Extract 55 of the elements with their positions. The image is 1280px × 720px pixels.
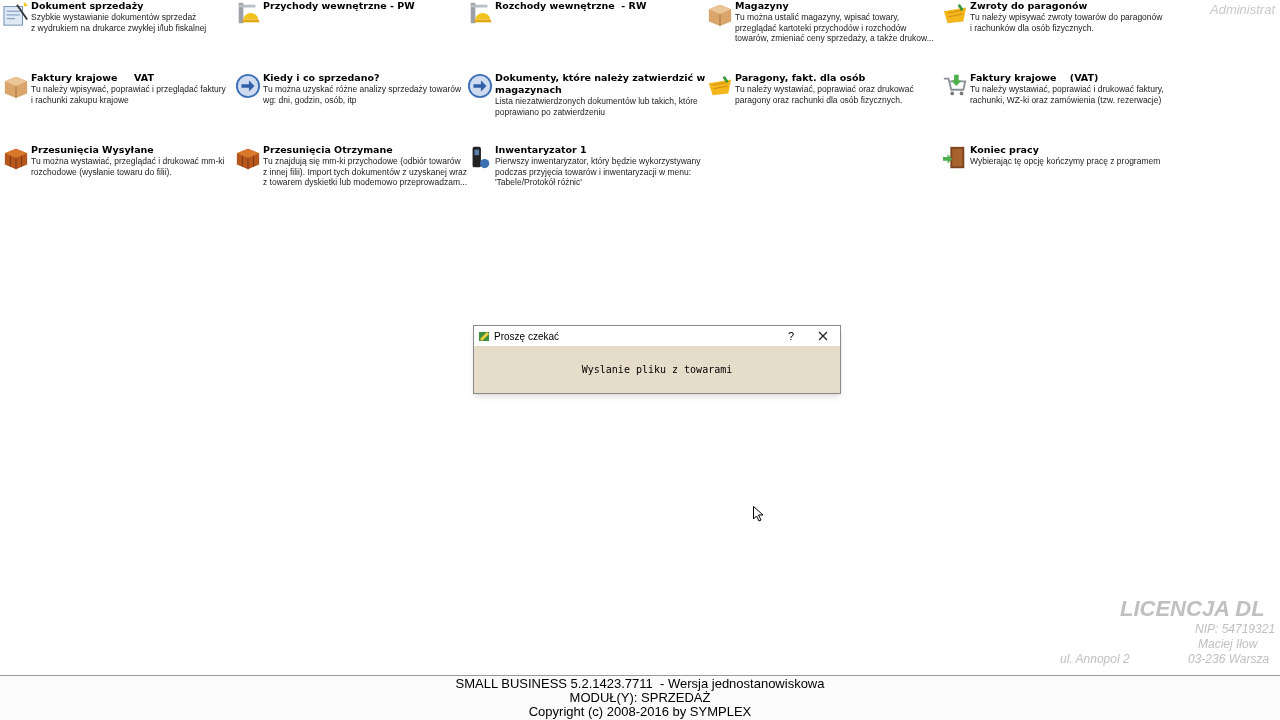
tile-title: Zwroty do paragonów xyxy=(970,0,1089,12)
tile-description: Pierwszy inwentaryzator, który będzie wykorzystywany podczas przyjęcia towarów i inwentaryzacji w menu: 'Tabele/Protokół różnic' xyxy=(495,156,701,188)
menu-tile[interactable]: Zwroty do paragonów Tu należy wpisywać zwroty towarów do paragonów i rachunków dla osób fizycznych. xyxy=(942,0,1177,72)
tile-description: Tu należy wystawiać, poprawiać i drukować faktury, rachunki, WZ-ki oraz zamówienia (tzw. rezerwacje) xyxy=(970,84,1164,105)
tile-description: Tu należy wpisywać, poprawiać i przeglądać faktury i rachunki zakupu krajowe xyxy=(31,84,226,105)
menu-tile[interactable]: Przesunięcia Wysyłane Tu można wystawiać, przeglądać i drukować mm-ki rozchodowe (wysłanie towaru do filii). xyxy=(3,144,235,216)
tile-description: Szybkie wystawianie dokumentów sprzedaż z wydrukiem na drukarce zwykłej i/lub fiskalnej xyxy=(31,12,207,33)
tile-description: Tu należy wystawiać, poprawiać oraz drukować paragony oraz rachunki dla osób fizycznych. xyxy=(735,84,914,105)
license-street: ul. Annopol 2 xyxy=(1060,651,1130,668)
tile-description: Tu można wystawiać, przeglądać i drukować mm-ki rozchodowe (wysłanie towaru do filii). xyxy=(31,156,225,177)
tile-description: Tu można uzyskać różne analizy sprzedaży towarów wg: dni, godzin, osób, itp xyxy=(263,84,462,105)
tile-description: Wybierając tę opcję kończymy pracę z programem xyxy=(970,156,1161,167)
menu-tile[interactable]: Koniec pracy Wybierając tę opcję kończymy pracę z programem xyxy=(942,144,1177,216)
document-icon xyxy=(3,1,29,27)
tile-title: Rozchody wewnętrzne - RW xyxy=(495,0,647,12)
menu-tile[interactable]: Dokumenty, które należy zatwierdzić w magazynach Lista niezatwierdzonych dokumentów lub takich, które poprawiano po zatwierdzeniu xyxy=(467,72,707,144)
tile-title: Kiedy i co sprzedano? xyxy=(263,72,381,84)
tile-title: Przychody wewnętrzne - PW xyxy=(263,0,415,12)
tile-title: Przesunięcia Otrzymane xyxy=(263,144,394,156)
menu-tile[interactable]: Rozchody wewnętrzne - RW xyxy=(467,0,707,72)
tile-title: Faktury krajowe (VAT) xyxy=(970,72,1100,84)
app-icon xyxy=(478,330,490,342)
tile-title: Paragony, fakt. dla osób xyxy=(735,72,867,84)
menu-tile[interactable]: Kiedy i co sprzedano? Tu można uzyskać różne analizy sprzedaży towarów wg: dni, godzin, osób, itp xyxy=(235,72,467,144)
tile-title: Przesunięcia Wysyłane xyxy=(31,144,155,156)
menu-tile[interactable]: Dokument sprzedaży Szybkie wystawianie dokumentów sprzedaż z wydrukiem na drukarce zwykłej i/lub fiskalnej xyxy=(3,0,235,72)
mouse-pointer-icon xyxy=(753,506,764,522)
menu-tile[interactable]: Przychody wewnętrzne - PW xyxy=(235,0,467,72)
license-nip: NIP: 54719321 xyxy=(1195,621,1276,638)
menu-tile[interactable]: Faktury krajowe (VAT) Tu należy wystawiać, poprawiać i drukować faktury, rachunki, WZ-ki oraz zamówienia (tzw. rezerwacje) xyxy=(942,72,1177,144)
license-city: 03-236 Warsza xyxy=(1188,651,1270,668)
tile-title: Magazyny xyxy=(735,0,790,12)
footer-line: Copyright (c) 2008-2016 by SYMPLEX xyxy=(528,705,752,719)
license-name: Maciej Iłow xyxy=(1198,636,1258,653)
menu-tile[interactable]: Inwentaryzator 1 Pierwszy inwentaryzator, który będzie wykorzystywany podczas przyjęcia towarów i inwentaryzacji w menu: 'Tabele/Protokół różnic' xyxy=(467,144,707,216)
close-icon xyxy=(818,331,828,341)
tile-description: Tu można ustalić magazyny, wpisać towary, przeglądać kartoteki przychodów i rozchodów towarów, zmieniać ceny sprzedaży, a także drukow... xyxy=(735,12,934,44)
dialog-title: Proszę czekać xyxy=(494,329,560,344)
footer-line: SMALL BUSINESS 5.2.1423.7711 - Wersja jednostanowiskowa xyxy=(455,677,825,691)
menu-tile[interactable]: Faktury krajowe VAT Tu należy wpisywać, poprawiać i przeglądać faktury i rachunki zakupu krajowe xyxy=(3,72,235,144)
tile-title: Inwentaryzator 1 xyxy=(495,144,588,156)
dialog-message: Wyslanie pliku z towarami xyxy=(581,363,733,377)
tile-description: Tu znajdują się mm-ki przychodowe (odbiór towarów z innej filii). Import tych dokumentów z uzyskanej wraz z towarem dyskietki lub modemowo przeprowadzam... xyxy=(263,156,468,188)
menu-tile[interactable]: Magazyny Tu można ustalić magazyny, wpisać towary, przeglądać kartoteki przychodów i rozchodów towarów, zmieniać ceny sprzedaży, a także drukow... xyxy=(707,0,942,72)
footer-line: MODUŁ(Y): SPRZEDAŻ xyxy=(569,691,711,705)
menu-tile[interactable]: Paragony, fakt. dla osób Tu należy wystawiać, poprawiać oraz drukować paragony oraz rachunki dla osób fizycznych. xyxy=(707,72,942,144)
tile-title: Koniec pracy xyxy=(970,144,1040,156)
tile-description: Tu należy wpisywać zwroty towarów do paragonów i rachunków dla osób fizycznych. xyxy=(970,12,1163,33)
tile-title: Dokumenty, które należy zatwierdzić w magazynach xyxy=(495,72,707,96)
help-button[interactable]: ? xyxy=(779,327,803,345)
tile-description: Lista niezatwierdzonych dokumentów lub takich, które poprawiano po zatwierdzeniu xyxy=(495,96,699,117)
tile-title: Faktury krajowe VAT xyxy=(31,72,155,84)
license-title: LICENCJA DL xyxy=(1120,595,1265,623)
tile-title: Dokument sprzedaży xyxy=(31,0,145,12)
menu-tile[interactable]: Przesunięcia Otrzymane Tu znajdują się mm-ki przychodowe (odbiór towarów z innej filii). Import tych dokumentów z uzyskanej wraz z towarem dyskietki lub modemowo przeprowadzam... xyxy=(235,144,467,216)
